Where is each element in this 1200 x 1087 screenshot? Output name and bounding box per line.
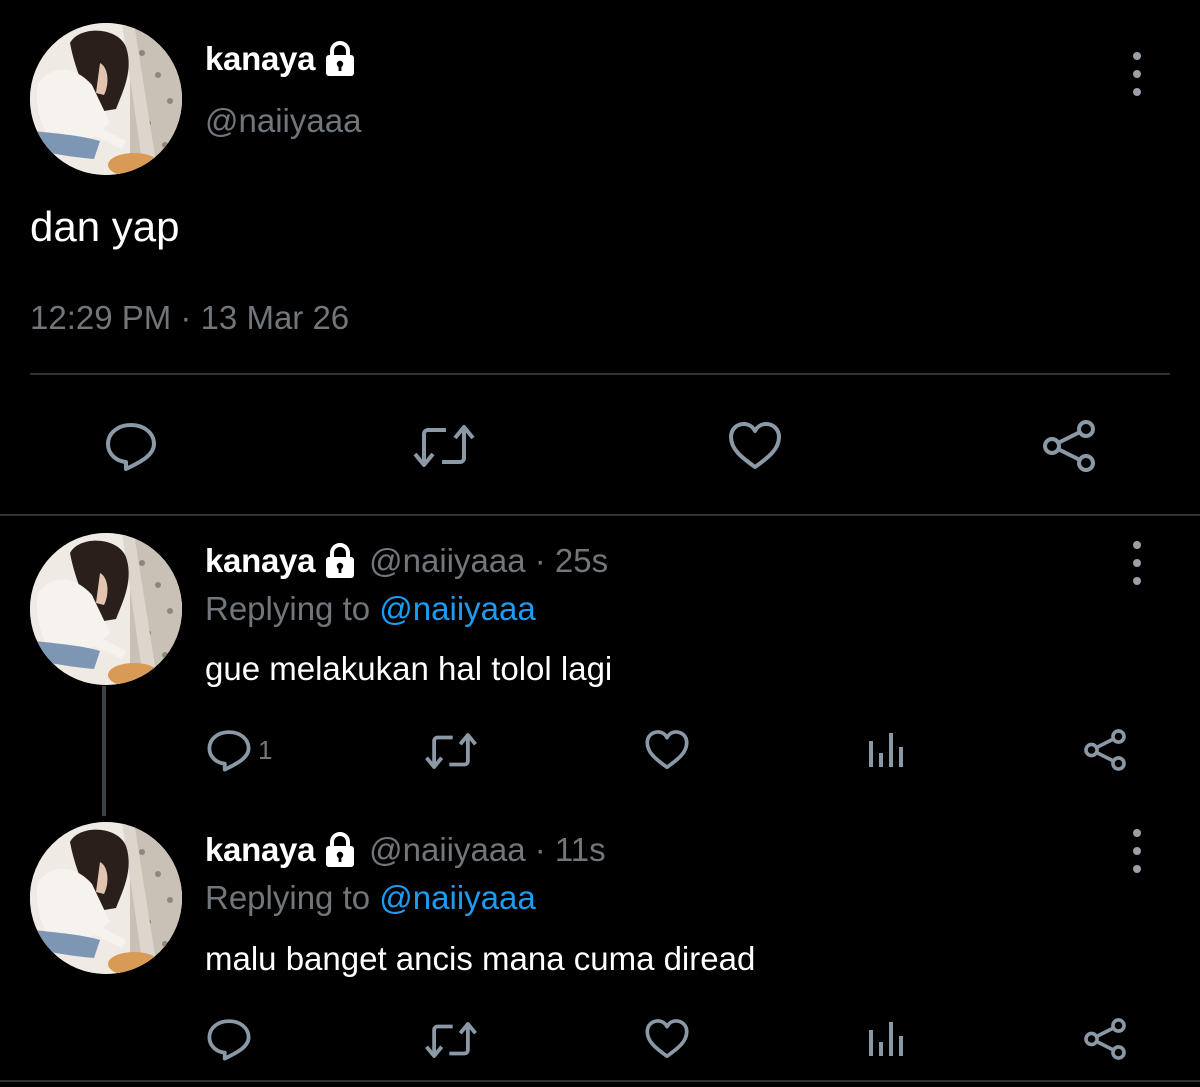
mention-link[interactable]: @naiiyaaa bbox=[379, 879, 535, 916]
time-ago[interactable]: · 25s bbox=[535, 542, 608, 579]
display-name[interactable]: kanaya bbox=[205, 831, 315, 869]
lock-icon bbox=[323, 542, 357, 580]
replying-to-line: Replying to @naiiyaaa bbox=[205, 590, 536, 628]
thread-connector bbox=[102, 686, 106, 816]
share-icon[interactable] bbox=[1082, 727, 1128, 773]
divider bbox=[30, 373, 1170, 375]
reply-icon[interactable] bbox=[104, 420, 158, 472]
analytics-icon[interactable] bbox=[866, 729, 906, 769]
reply-text: malu banget ancis mana cuma diread bbox=[205, 940, 756, 977]
reply-count: 1 bbox=[258, 735, 273, 765]
replying-prefix: Replying to bbox=[205, 879, 371, 916]
more-icon[interactable] bbox=[1127, 52, 1147, 96]
divider bbox=[0, 514, 1200, 516]
like-icon[interactable] bbox=[644, 728, 690, 772]
more-icon[interactable] bbox=[1127, 541, 1147, 585]
handle[interactable]: @naiiyaaa bbox=[369, 542, 525, 579]
display-name[interactable]: kanaya bbox=[205, 40, 357, 78]
handle[interactable]: @naiiyaaa bbox=[205, 102, 361, 140]
divider bbox=[0, 1080, 1200, 1082]
reply-header: kanaya @naiiyaaa · 11s bbox=[205, 831, 606, 869]
reply-icon[interactable] bbox=[206, 727, 252, 773]
tweet-timestamp[interactable]: 12:29 PM · 13 Mar 26 bbox=[30, 299, 349, 337]
analytics-icon[interactable] bbox=[866, 1018, 906, 1058]
reply-header: kanaya @naiiyaaa · 25s bbox=[205, 542, 608, 580]
handle[interactable]: @naiiyaaa bbox=[369, 831, 525, 868]
avatar[interactable] bbox=[30, 822, 182, 974]
tweet-text: dan yap bbox=[30, 203, 180, 250]
like-icon[interactable] bbox=[644, 1017, 690, 1061]
display-name[interactable]: kanaya bbox=[205, 542, 315, 580]
retweet-icon[interactable] bbox=[424, 1018, 478, 1062]
mention-link[interactable]: @naiiyaaa bbox=[379, 590, 535, 627]
replying-to-line: Replying to @naiiyaaa bbox=[205, 879, 536, 917]
retweet-icon[interactable] bbox=[424, 729, 478, 773]
display-name-text: kanaya bbox=[205, 40, 316, 77]
like-icon[interactable] bbox=[727, 420, 783, 472]
more-icon[interactable] bbox=[1127, 829, 1147, 873]
reply-text: gue melakukan hal tolol lagi bbox=[205, 650, 613, 687]
share-icon[interactable] bbox=[1040, 418, 1098, 474]
avatar[interactable] bbox=[30, 533, 182, 685]
avatar[interactable] bbox=[30, 23, 182, 175]
share-icon[interactable] bbox=[1082, 1016, 1128, 1062]
replying-prefix: Replying to bbox=[205, 590, 371, 627]
lock-icon bbox=[323, 40, 357, 78]
lock-icon bbox=[323, 831, 357, 869]
retweet-icon[interactable] bbox=[412, 420, 476, 472]
time-ago[interactable]: · 11s bbox=[535, 831, 606, 868]
reply-icon[interactable] bbox=[206, 1016, 252, 1062]
